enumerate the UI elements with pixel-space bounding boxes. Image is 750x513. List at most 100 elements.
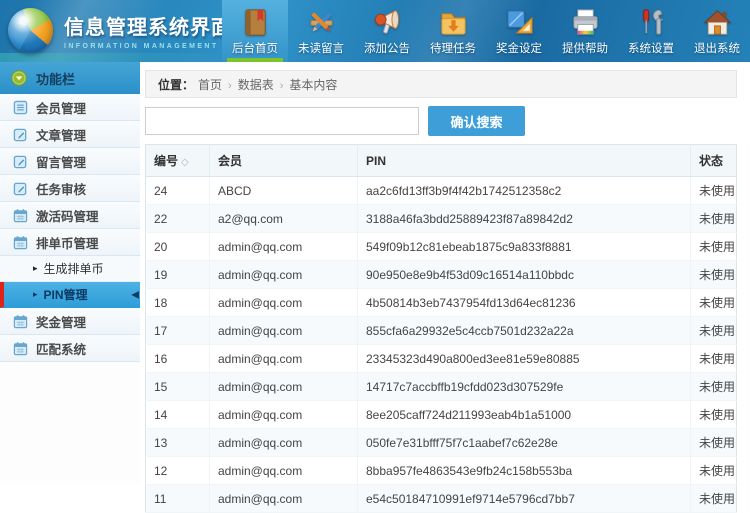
cell-pin: 90e950e8e9b4f53d09c16514a110bbdc xyxy=(357,260,691,289)
cell-pin: 855cfa6a29932e5c4ccb7501d232a22a xyxy=(357,316,691,345)
cell-id: 17 xyxy=(145,316,210,345)
breadcrumb: 位置： 首页 › 数据表 › 基本内容 xyxy=(145,70,737,98)
cell-pin: 14717c7accbffb19cfdd023d307529fe xyxy=(357,372,691,401)
sidebar-item[interactable]: 任务审核 xyxy=(0,175,140,202)
nav-item-label: 未读留言 xyxy=(298,43,344,55)
sidebar-header[interactable]: 功能栏 xyxy=(0,62,140,94)
circle-arrow-icon xyxy=(11,70,27,86)
sidebar-subitem[interactable]: ▸ PIN管理 ◀ xyxy=(0,282,140,308)
sidebar-subitem[interactable]: ▸ 生成排单币 xyxy=(0,256,140,282)
nav-item-label: 退出系统 xyxy=(694,43,740,55)
table-row: 12 admin@qq.com 8bba957fe4863543e9fb24c158… xyxy=(145,456,737,485)
cell-pin: 4b50814b3eb7437954fd13d64ec81236 xyxy=(357,288,691,317)
nav-item-label: 添加公告 xyxy=(364,43,410,55)
sidebar-item[interactable]: 文章管理 xyxy=(0,121,140,148)
nav-item-label: 奖金设定 xyxy=(496,43,542,55)
breadcrumb-item[interactable]: 数据表 xyxy=(238,78,274,92)
table-row: 15 admin@qq.com 14717c7accbffb19cfdd023d30… xyxy=(145,372,737,401)
megaphone-icon xyxy=(372,6,403,39)
cell-pin: 549f09b12c81ebeab1875c9a833f8881 xyxy=(357,232,691,261)
column-header[interactable]: 编号 ◇ xyxy=(145,144,210,177)
book-icon xyxy=(240,6,271,39)
column-header-label: 会员 xyxy=(218,154,243,168)
breadcrumb-separator-icon: › xyxy=(279,79,284,92)
search-bar: 确认搜索 xyxy=(145,106,737,136)
sidebar-item[interactable]: 会员管理 xyxy=(0,94,140,121)
calendar-icon xyxy=(13,314,28,329)
cell-pin: 23345323d490a800ed3ee81e59e80885 xyxy=(357,344,691,373)
table-row: 14 admin@qq.com 8ee205caff724d211993eab4b1… xyxy=(145,400,737,429)
cell-member: a2@qq.com xyxy=(209,204,358,233)
nav-item[interactable]: 系统设置 xyxy=(618,0,684,62)
cell-pin: 8ee205caff724d211993eab4b1a51000 xyxy=(357,400,691,429)
column-header-label: 编号 xyxy=(154,154,179,168)
table-row: 11 admin@qq.com e54c50184710991ef9714e5796… xyxy=(145,484,737,513)
triangle-bullet-icon: ▸ xyxy=(33,263,38,273)
cell-id: 13 xyxy=(145,428,210,457)
table-row: 19 admin@qq.com 90e950e8e9b4f53d09c16514a1… xyxy=(145,260,737,289)
sidebar-item[interactable]: 匹配系统 xyxy=(0,335,140,362)
cell-id: 16 xyxy=(145,344,210,373)
cell-status: 未使用 xyxy=(690,400,737,429)
cell-status: 未使用 xyxy=(690,176,737,205)
cell-member: admin@qq.com xyxy=(209,260,358,289)
table-header: 编号 ◇ 会员 PIN 状态 xyxy=(145,144,737,177)
cell-member: ABCD xyxy=(209,176,358,205)
nav-item[interactable]: 提供帮助 xyxy=(552,0,618,62)
breadcrumb-item[interactable]: 首页 xyxy=(198,78,222,92)
sidebar-subitem-label: PIN管理 xyxy=(43,288,88,302)
nav-item[interactable]: 奖金设定 xyxy=(486,0,552,62)
cell-member: admin@qq.com xyxy=(209,456,358,485)
table-row: 13 admin@qq.com 050fe7e31bfff75f7c1aabef7c… xyxy=(145,428,737,457)
top-nav: 后台首页 未读留言 添加公告 待理任务 奖金设定 提供帮助 系统设置 退出系统 xyxy=(222,0,750,62)
table-row: 20 admin@qq.com 549f09b12c81ebeab1875c9a83… xyxy=(145,232,737,261)
cell-status: 未使用 xyxy=(690,288,737,317)
column-header: 状态 xyxy=(690,144,737,177)
cell-pin: 3188a46fa3bdd25889423f87a89842d2 xyxy=(357,204,691,233)
sidebar-item[interactable]: 激活码管理 xyxy=(0,202,140,229)
sidebar-item-label: 奖金管理 xyxy=(36,315,87,330)
cell-status: 未使用 xyxy=(690,316,737,345)
sidebar-item[interactable]: 留言管理 xyxy=(0,148,140,175)
nav-item[interactable]: 未读留言 xyxy=(288,0,354,62)
sidebar-item-label: 任务审核 xyxy=(36,182,87,197)
table-row: 24 ABCD aa2c6fd13ff3b9f4f42b1742512358c2 未使… xyxy=(145,176,737,205)
cell-member: admin@qq.com xyxy=(209,428,358,457)
printer-icon xyxy=(570,6,601,39)
nav-item[interactable]: 添加公告 xyxy=(354,0,420,62)
breadcrumb-item[interactable]: 基本内容 xyxy=(289,78,337,92)
sidebar-subitem-label: 生成排单币 xyxy=(43,262,104,276)
nav-item[interactable]: 退出系统 xyxy=(684,0,750,62)
nav-item-label: 提供帮助 xyxy=(562,43,608,55)
sidebar-item-label: 会员管理 xyxy=(36,101,87,116)
logo-globe-icon xyxy=(8,8,53,53)
cell-status: 未使用 xyxy=(690,232,737,261)
nav-item[interactable]: 待理任务 xyxy=(420,0,486,62)
edit-icon xyxy=(13,127,28,142)
search-confirm-button[interactable]: 确认搜索 xyxy=(428,106,525,136)
nav-item[interactable]: 后台首页 xyxy=(222,0,288,62)
sidebar-item[interactable]: 奖金管理 xyxy=(0,308,140,335)
table-body: 24 ABCD aa2c6fd13ff3b9f4f42b1742512358c2 未使… xyxy=(145,176,737,513)
sidebar-header-label: 功能栏 xyxy=(36,71,76,87)
cell-pin: 8bba957fe4863543e9fb24c158b553ba xyxy=(357,456,691,485)
breadcrumb-separator-icon: › xyxy=(228,79,232,92)
sidebar-item-label: 文章管理 xyxy=(36,128,87,143)
cell-pin: e54c50184710991ef9714e5796cd7bb7 xyxy=(357,484,691,513)
cell-member: admin@qq.com xyxy=(209,484,358,513)
cell-status: 未使用 xyxy=(690,204,737,233)
search-input[interactable] xyxy=(145,107,419,135)
pin-table: 编号 ◇ 会员 PIN 状态 24 ABCD aa2c6fd13ff3b9f4f42b174… xyxy=(145,144,737,513)
home-icon xyxy=(702,6,733,39)
nav-item-label: 待理任务 xyxy=(430,43,476,55)
breadcrumb-items: 首页 › 数据表 › 基本内容 xyxy=(198,76,337,93)
triangle-bullet-icon: ▸ xyxy=(33,289,38,299)
cell-member: admin@qq.com xyxy=(209,232,358,261)
calendar-icon xyxy=(13,208,28,223)
sidebar-item[interactable]: 排单币管理 xyxy=(0,229,140,256)
calendar-icon xyxy=(13,235,28,250)
column-header: 会员 xyxy=(209,144,358,177)
pencil-icon xyxy=(306,6,337,39)
breadcrumb-label: 位置： xyxy=(158,77,195,92)
list-icon xyxy=(13,100,28,115)
